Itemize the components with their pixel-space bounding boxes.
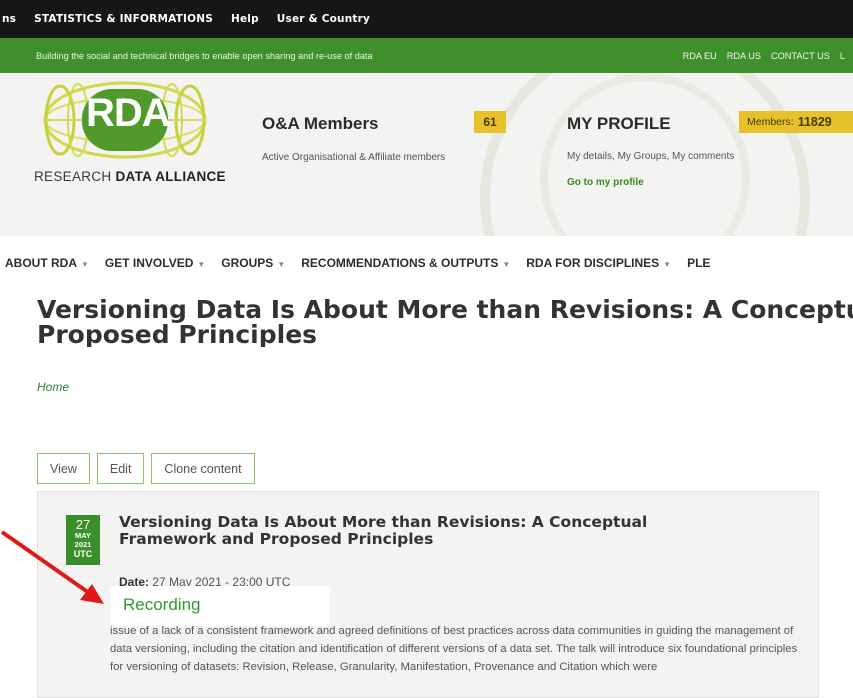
site-header: RDA RESEARCH DATA ALLIANCE O&A Members 6…: [0, 73, 853, 236]
tab-clone-content[interactable]: Clone content: [151, 453, 255, 484]
rda-logo[interactable]: RDA RESEARCH DATA ALLIANCE: [30, 77, 230, 197]
logo-subtitle: RESEARCH DATA ALLIANCE: [34, 169, 226, 184]
annotation-arrow-icon: [0, 530, 104, 604]
page-title: Versioning Data Is About More than Revis…: [37, 297, 853, 347]
nav-get-involved[interactable]: GET INVOLVED ▼: [105, 256, 205, 270]
breadcrumb-home[interactable]: Home: [37, 380, 69, 394]
my-profile-description: My details, My Groups, My comments: [567, 151, 735, 162]
top-nav-item[interactable]: ns: [2, 13, 16, 25]
go-to-profile-link[interactable]: Go to my profile: [567, 177, 644, 188]
regional-links: RDA EU RDA US CONTACT US L: [683, 51, 845, 61]
event-title: Versioning Data Is About More than Revis…: [119, 513, 648, 548]
oa-members-count-badge: 61: [474, 111, 506, 133]
members-count-badge: Members: 11829: [739, 111, 853, 133]
nav-about-rda[interactable]: ABOUT RDA ▼: [5, 256, 89, 270]
tagline-bar: Building the social and technical bridge…: [0, 38, 853, 73]
link-rda-eu[interactable]: RDA EU: [683, 51, 717, 61]
nav-rda-for-disciplines[interactable]: RDA FOR DISCIPLINES ▼: [526, 256, 671, 270]
tab-edit[interactable]: Edit: [96, 453, 145, 484]
link-rda-us[interactable]: RDA US: [727, 51, 761, 61]
tab-view[interactable]: View: [37, 453, 90, 484]
oa-members-description: Active Organisational & Affiliate member…: [262, 152, 446, 163]
chevron-down-icon: ▼: [502, 260, 511, 269]
chevron-down-icon: ▼: [277, 260, 286, 269]
event-description: issue of a lack of a consistent framewor…: [110, 625, 798, 673]
chevron-down-icon: ▼: [81, 260, 89, 269]
link-contact-us[interactable]: CONTACT US: [771, 51, 830, 61]
link-truncated[interactable]: L: [840, 51, 845, 61]
top-nav-statistics[interactable]: STATISTICS & INFORMATIONS: [34, 13, 213, 25]
chevron-down-icon: ▼: [663, 260, 672, 269]
top-nav-user-country[interactable]: User & Country: [277, 13, 370, 25]
nav-recommendations-outputs[interactable]: RECOMMENDATIONS & OUTPUTS ▼: [301, 256, 510, 270]
nav-groups[interactable]: GROUPS ▼: [221, 256, 285, 270]
content-tabs: View Edit Clone content: [37, 453, 255, 484]
site-tagline: Building the social and technical bridge…: [36, 50, 373, 61]
chevron-down-icon: ▼: [197, 260, 206, 269]
my-profile-title[interactable]: MY PROFILE: [567, 114, 671, 134]
top-nav-help[interactable]: Help: [231, 13, 259, 25]
main-nav: ABOUT RDA ▼ GET INVOLVED ▼ GROUPS ▼ RECOMME…: [0, 236, 853, 290]
logo-mark: RDA: [86, 91, 171, 135]
nav-truncated-item[interactable]: PLE: [687, 256, 710, 270]
recording-annotation-label: Recording: [123, 595, 201, 614]
top-nav-bar: ns STATISTICS & INFORMATIONS Help User &…: [0, 0, 853, 38]
oa-members-title[interactable]: O&A Members: [262, 114, 379, 134]
